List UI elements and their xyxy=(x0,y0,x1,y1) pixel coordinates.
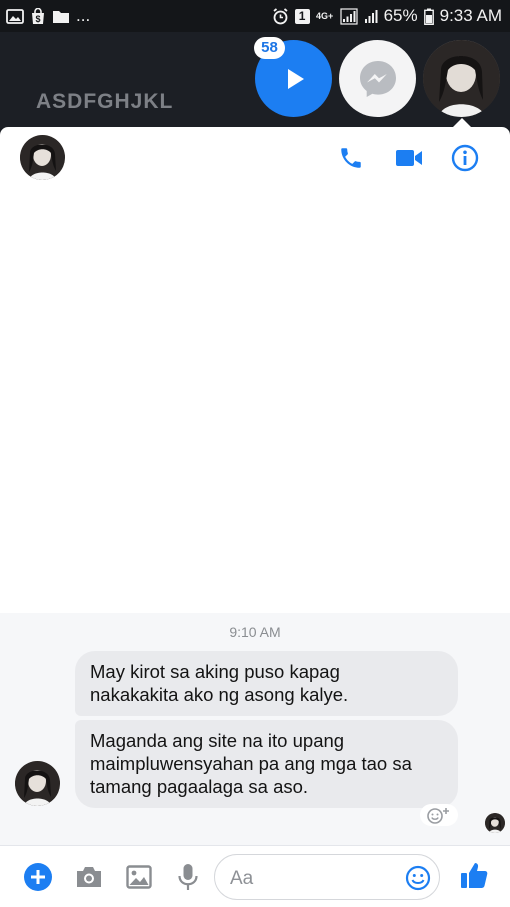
conversation-info-button[interactable] xyxy=(450,143,480,173)
contact-chat-head[interactable] xyxy=(423,40,500,117)
plus-icon xyxy=(24,863,52,891)
message-input-placeholder: Aa xyxy=(230,868,254,889)
message-history-area xyxy=(0,187,510,617)
voice-call-button[interactable] xyxy=(336,143,366,173)
read-receipt-avatar xyxy=(485,813,505,833)
battery-percentage: 65% xyxy=(383,6,418,25)
voice-message-button[interactable] xyxy=(173,862,203,892)
shopping-bag-icon: $ xyxy=(30,7,46,25)
alarm-icon xyxy=(272,7,289,25)
gallery-notification-icon xyxy=(6,8,24,24)
message-composer: Aa xyxy=(0,845,510,907)
folder-icon xyxy=(52,9,70,24)
incoming-message-bubble[interactable]: Maganda ang site na ito upang maimpluwen… xyxy=(75,720,458,808)
play-icon xyxy=(287,68,304,89)
sender-avatar[interactable] xyxy=(15,761,60,806)
gallery-button[interactable] xyxy=(124,862,154,892)
unread-count-badge: 58 xyxy=(254,37,285,59)
message-input[interactable]: Aa xyxy=(214,854,440,900)
more-notifications: ... xyxy=(76,6,91,25)
phone-icon xyxy=(341,148,361,168)
network-type: 4G+ xyxy=(315,11,334,21)
svg-text:$: $ xyxy=(35,14,40,24)
image-icon xyxy=(126,865,152,889)
status-bar: $ ... 1 4G+ 65% 9:33 AM xyxy=(0,0,510,32)
notification-count-badge: 1 xyxy=(294,8,310,24)
message-timestamp: 9:10 AM xyxy=(229,624,281,640)
more-actions-button[interactable] xyxy=(23,862,53,892)
message-text-line: maimpluwensyahan pa ang mga tao sa xyxy=(90,753,412,774)
incoming-message-bubble[interactable]: May kirot sa aking puso kapag nakakakita… xyxy=(75,651,458,716)
signal-strength-icon xyxy=(339,7,358,25)
microphone-icon xyxy=(178,864,198,890)
emoji-button[interactable] xyxy=(404,864,432,892)
battery-icon xyxy=(423,8,434,25)
camera-icon xyxy=(77,867,101,887)
video-call-button[interactable] xyxy=(394,143,424,173)
add-reaction-button[interactable] xyxy=(420,804,458,826)
message-text-line: nakakakita ako ng asong kalye. xyxy=(90,684,349,705)
messenger-chat-head[interactable] xyxy=(339,40,416,117)
camera-button[interactable] xyxy=(74,862,104,892)
emoji-icon xyxy=(405,865,431,891)
conversation-panel: 9:10 AM May kirot sa aking puso kapag na… xyxy=(0,127,510,907)
status-right: 1 4G+ 65% 9:33 AM xyxy=(272,6,502,26)
message-list: 9:10 AM May kirot sa aking puso kapag na… xyxy=(0,613,510,845)
video-camera-icon xyxy=(396,150,422,166)
clock: 9:33 AM xyxy=(439,6,502,25)
contact-photo xyxy=(423,40,500,117)
message-text-line: May kirot sa aking puso kapag xyxy=(90,661,340,682)
contact-avatar[interactable] xyxy=(20,135,65,180)
overlay-caption: ASDFGHJKL xyxy=(36,90,174,113)
messenger-icon xyxy=(359,60,396,97)
info-icon xyxy=(451,144,479,172)
add-reaction-icon xyxy=(427,808,449,824)
thumbs-up-icon xyxy=(461,863,488,888)
conversation-header xyxy=(0,127,510,187)
send-like-button[interactable] xyxy=(459,860,489,890)
signal-strength-2-icon xyxy=(364,9,378,24)
message-text-line: Maganda ang site na ito upang xyxy=(90,730,345,751)
message-text-line: tamang pagaalaga sa aso. xyxy=(90,776,309,797)
notification-count: 1 xyxy=(298,9,306,23)
status-left: $ ... xyxy=(6,6,90,26)
